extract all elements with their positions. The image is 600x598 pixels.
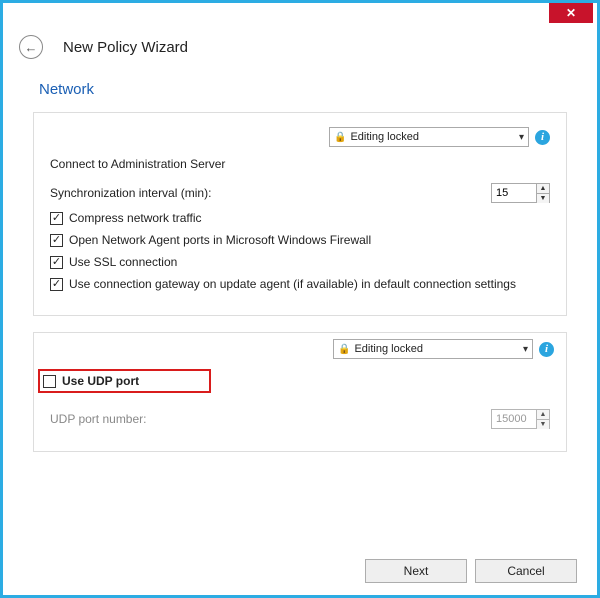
ssl-label: Use SSL connection	[69, 255, 177, 269]
udp-step-up[interactable]: ▲	[537, 410, 549, 420]
close-button[interactable]: ✕	[549, 3, 593, 23]
editing-lock-label-2: Editing locked	[354, 343, 423, 355]
panel-udp: 🔒 Editing locked i Use UDP port UDP port…	[33, 332, 567, 452]
udp-step-down[interactable]: ▼	[537, 420, 549, 429]
firewall-label: Open Network Agent ports in Microsoft Wi…	[69, 233, 371, 247]
info-icon-2[interactable]: i	[539, 342, 554, 357]
editing-lock-select-1[interactable]: 🔒 Editing locked	[329, 127, 529, 147]
udp-port-row: UDP port number: ▲ ▼	[50, 409, 550, 429]
close-icon: ✕	[566, 6, 576, 20]
wizard-title: New Policy Wizard	[63, 39, 188, 56]
editing-lock-label-1: Editing locked	[350, 131, 419, 143]
info-icon-1[interactable]: i	[535, 130, 550, 145]
panel-connection: 🔒 Editing locked i Connect to Administra…	[33, 112, 567, 316]
compress-label: Compress network traffic	[69, 211, 202, 225]
lock-row-2: 🔒 Editing locked i	[50, 339, 554, 359]
wizard-window: ✕ ← New Policy Wizard Network 🔒 Editing …	[0, 0, 600, 598]
use-udp-label: Use UDP port	[62, 374, 139, 388]
udp-port-label: UDP port number:	[50, 412, 147, 426]
sync-step-up[interactable]: ▲	[537, 184, 549, 194]
sync-interval-stepper[interactable]: ▲ ▼	[491, 183, 550, 203]
gateway-checkbox[interactable]: ✓	[50, 278, 63, 291]
udp-arrows: ▲ ▼	[536, 410, 549, 428]
sync-row: Synchronization interval (min): ▲ ▼	[50, 183, 550, 203]
sync-label: Synchronization interval (min):	[50, 186, 211, 200]
gateway-label: Use connection gateway on update agent (…	[69, 277, 516, 291]
titlebar: ✕	[3, 3, 597, 31]
use-udp-checkbox[interactable]	[43, 375, 56, 388]
connect-label: Connect to Administration Server	[50, 157, 550, 171]
highlight-use-udp: Use UDP port	[38, 369, 211, 393]
firewall-checkbox[interactable]: ✓	[50, 234, 63, 247]
back-icon: ←	[25, 40, 38, 55]
lock-icon: 🔒	[338, 344, 350, 355]
button-row: Next Cancel	[365, 559, 577, 583]
section-title: Network	[39, 81, 597, 98]
lock-row-1: 🔒 Editing locked i	[50, 127, 550, 147]
compress-checkbox[interactable]: ✓	[50, 212, 63, 225]
lock-icon: 🔒	[334, 132, 346, 143]
next-button[interactable]: Next	[365, 559, 467, 583]
sync-step-down[interactable]: ▼	[537, 194, 549, 203]
cancel-button[interactable]: Cancel	[475, 559, 577, 583]
editing-lock-select-2[interactable]: 🔒 Editing locked	[333, 339, 533, 359]
content-area: 🔒 Editing locked i Connect to Administra…	[3, 112, 597, 452]
header-row: ← New Policy Wizard	[3, 31, 597, 63]
udp-port-stepper[interactable]: ▲ ▼	[491, 409, 550, 429]
sync-arrows: ▲ ▼	[536, 184, 549, 202]
back-button[interactable]: ←	[19, 35, 43, 59]
udp-port-input[interactable]	[492, 410, 536, 428]
sync-interval-input[interactable]	[492, 184, 536, 202]
ssl-checkbox[interactable]: ✓	[50, 256, 63, 269]
